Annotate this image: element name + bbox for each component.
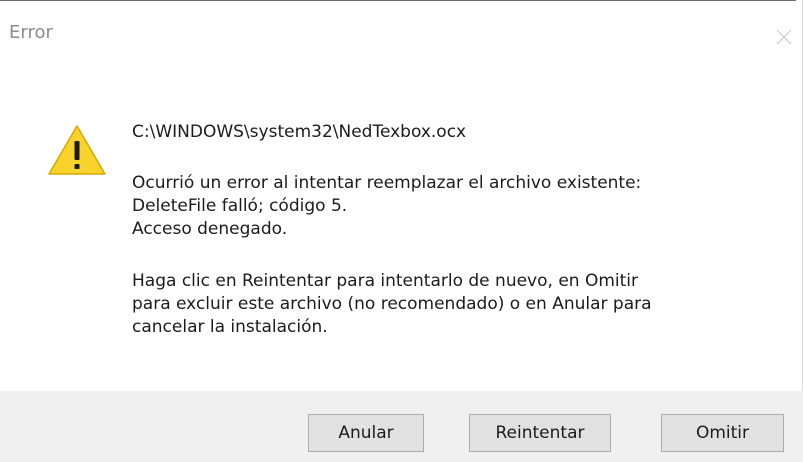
close-icon xyxy=(776,29,792,45)
close-button[interactable] xyxy=(766,20,802,56)
warning-icon xyxy=(47,124,107,176)
file-path-text: C:\WINDOWS\system32\NedTexbox.ocx xyxy=(132,122,467,142)
cancel-button[interactable]: Anular xyxy=(308,414,424,452)
ignore-button[interactable]: Omitir xyxy=(661,414,784,452)
error-dialog: Error C:\WINDOWS\system32\NedTexbox.ocx … xyxy=(0,0,803,462)
button-footer: Anular Reintentar Omitir xyxy=(0,391,803,462)
instruction-text-line-3: cancelar la instalación. xyxy=(132,317,328,337)
error-description-text: Ocurrió un error al intentar reemplazar … xyxy=(132,173,642,193)
instruction-text-line-2: para excluir este archivo (no recomendad… xyxy=(132,294,652,314)
window-title: Error xyxy=(9,22,53,43)
retry-button[interactable]: Reintentar xyxy=(469,414,611,452)
title-bar: Error xyxy=(0,1,803,42)
error-code-text: DeleteFile falló; código 5. xyxy=(132,196,348,216)
access-denied-text: Acceso denegado. xyxy=(132,219,288,239)
instruction-text-line-1: Haga clic en Reintentar para intentarlo … xyxy=(132,271,638,291)
